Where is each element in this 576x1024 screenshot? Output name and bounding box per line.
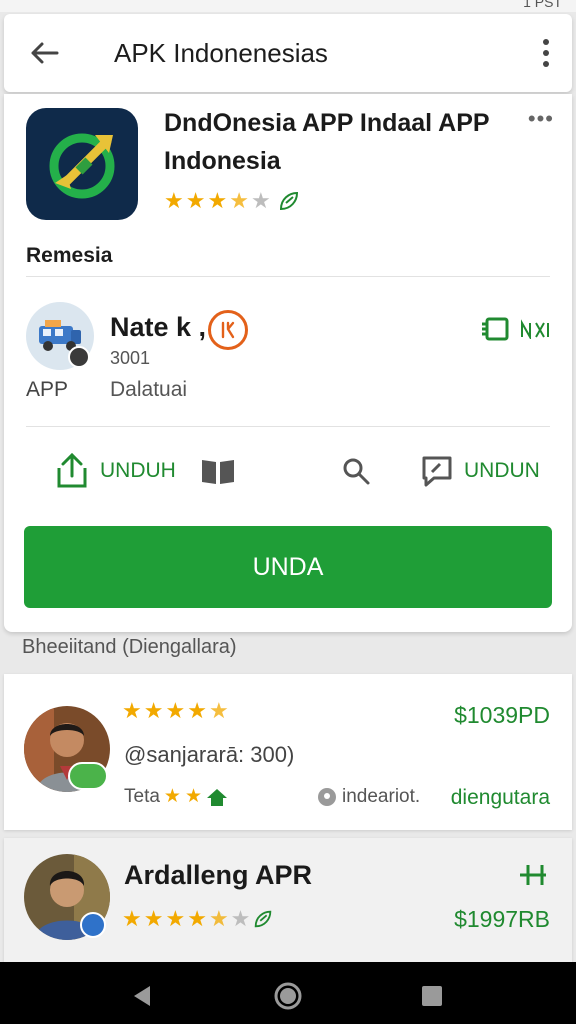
action-row: UNDUH UNDUN [4,446,572,496]
home-icon [207,789,228,806]
list-item[interactable]: ★ ★ ★ ★ ★ $1039PD @sanjararā: 300) Teta … [4,674,572,830]
item-title: Ardalleng APR [124,860,313,890]
list-item[interactable]: Ardalleng APR ★ ★ ★ ★ ★ ★ $1997RB [4,838,572,962]
developer-verified-badge [68,346,90,368]
chat-badge-icon [68,762,108,790]
item-action-button[interactable] [518,862,548,893]
unduhn-button[interactable]: UNDUN [420,446,540,496]
developer-action[interactable] [480,316,550,342]
item-source[interactable]: indeariot. [316,786,420,808]
item-source-label: indeariot. [342,786,421,807]
star-empty-icon: ★ [230,906,251,931]
item-category-link[interactable]: diengutara [451,786,550,810]
book-icon [202,460,234,484]
star-icon: ★ [185,188,206,213]
list-header: Bheeiitand (Diengallara) [22,636,237,658]
star-icon: ★ [184,786,203,807]
unduh-button[interactable]: UNDUH [54,446,176,496]
developer-name: Nate k , [110,312,207,342]
star-icon: ★ [187,698,207,723]
star-icon: ★ [122,698,142,723]
star-half-icon: ★ [208,906,229,931]
app-more-button[interactable]: ••• [528,106,554,132]
search-button[interactable] [340,446,372,496]
device-icon [482,317,509,341]
app-name: DndOnesia APP Indaal APP Indonesia [164,109,490,175]
book-button[interactable] [200,446,236,496]
triangle-back-icon [134,986,150,1006]
divider [26,426,550,427]
developer-description: Dalatuai [110,378,188,401]
app-icon[interactable] [26,108,138,220]
star-icon: ★ [143,698,164,723]
item-tag: Teta ★ ★ [124,786,228,808]
star-icon: ★ [207,188,228,213]
unduh-label: UNDUH [100,459,176,482]
star-icon: ★ [163,786,181,807]
star-icon: ★ [164,188,184,213]
leaf-badge-icon [255,910,272,928]
primary-download-button[interactable]: UNDA [24,526,552,608]
star-empty-icon: ★ [250,188,271,213]
star-icon: ★ [143,906,164,931]
circle-home-icon [274,982,302,1010]
status-bar: 1 PST [0,0,576,12]
star-half-icon: ★ [208,698,229,723]
item-rating: ★ ★ ★ ★ ★ [122,700,229,722]
more-vert-icon [543,39,549,45]
item-rating: ★ ★ ★ ★ ★ ★ [122,908,274,930]
developer-type: APP [26,378,69,401]
divider [26,276,550,277]
item-price: $1997RB [454,906,550,932]
status-time: 1 PST [523,0,562,10]
back-button[interactable] [24,36,64,70]
item-tag-label: Teta [124,786,160,807]
app-logo-icon [49,133,115,199]
comment-icon [422,456,452,487]
search-icon [343,458,370,485]
developer-badge-icon [208,310,248,350]
app-detail-card: DndOnesia APP Indaal APP Indonesia ••• ★… [4,94,572,632]
top-app-bar: APK Indonenesias [4,14,572,92]
nav-home-button[interactable] [272,980,304,1012]
overflow-menu-button[interactable] [534,36,558,70]
star-icon: ★ [187,906,207,931]
verified-badge-icon [80,912,106,938]
square-recents-icon [422,986,442,1006]
app-rating: ★ ★ ★ ★ ★ [164,188,301,214]
item-price: $1039PD [454,702,550,728]
star-icon: ★ [165,906,186,931]
signal-icon [521,319,549,339]
arrow-back-icon [31,42,59,64]
page-title: APK Indonenesias [114,38,328,68]
nav-back-button[interactable] [126,980,158,1012]
nav-recents-button[interactable] [416,980,448,1012]
share-upload-icon [57,452,87,488]
leaf-badge-icon [279,191,298,211]
device-icon [520,865,546,885]
system-nav-bar [0,962,576,1024]
star-half-icon: ★ [229,188,249,213]
star-icon: ★ [122,906,142,931]
section-label: Remesia [26,244,113,267]
item-handle: @sanjararā: 300) [124,742,295,767]
unduhn-label: UNDUN [464,459,540,482]
location-icon [318,788,336,806]
developer-count: 3001 [110,348,151,368]
star-icon: ★ [165,698,186,723]
